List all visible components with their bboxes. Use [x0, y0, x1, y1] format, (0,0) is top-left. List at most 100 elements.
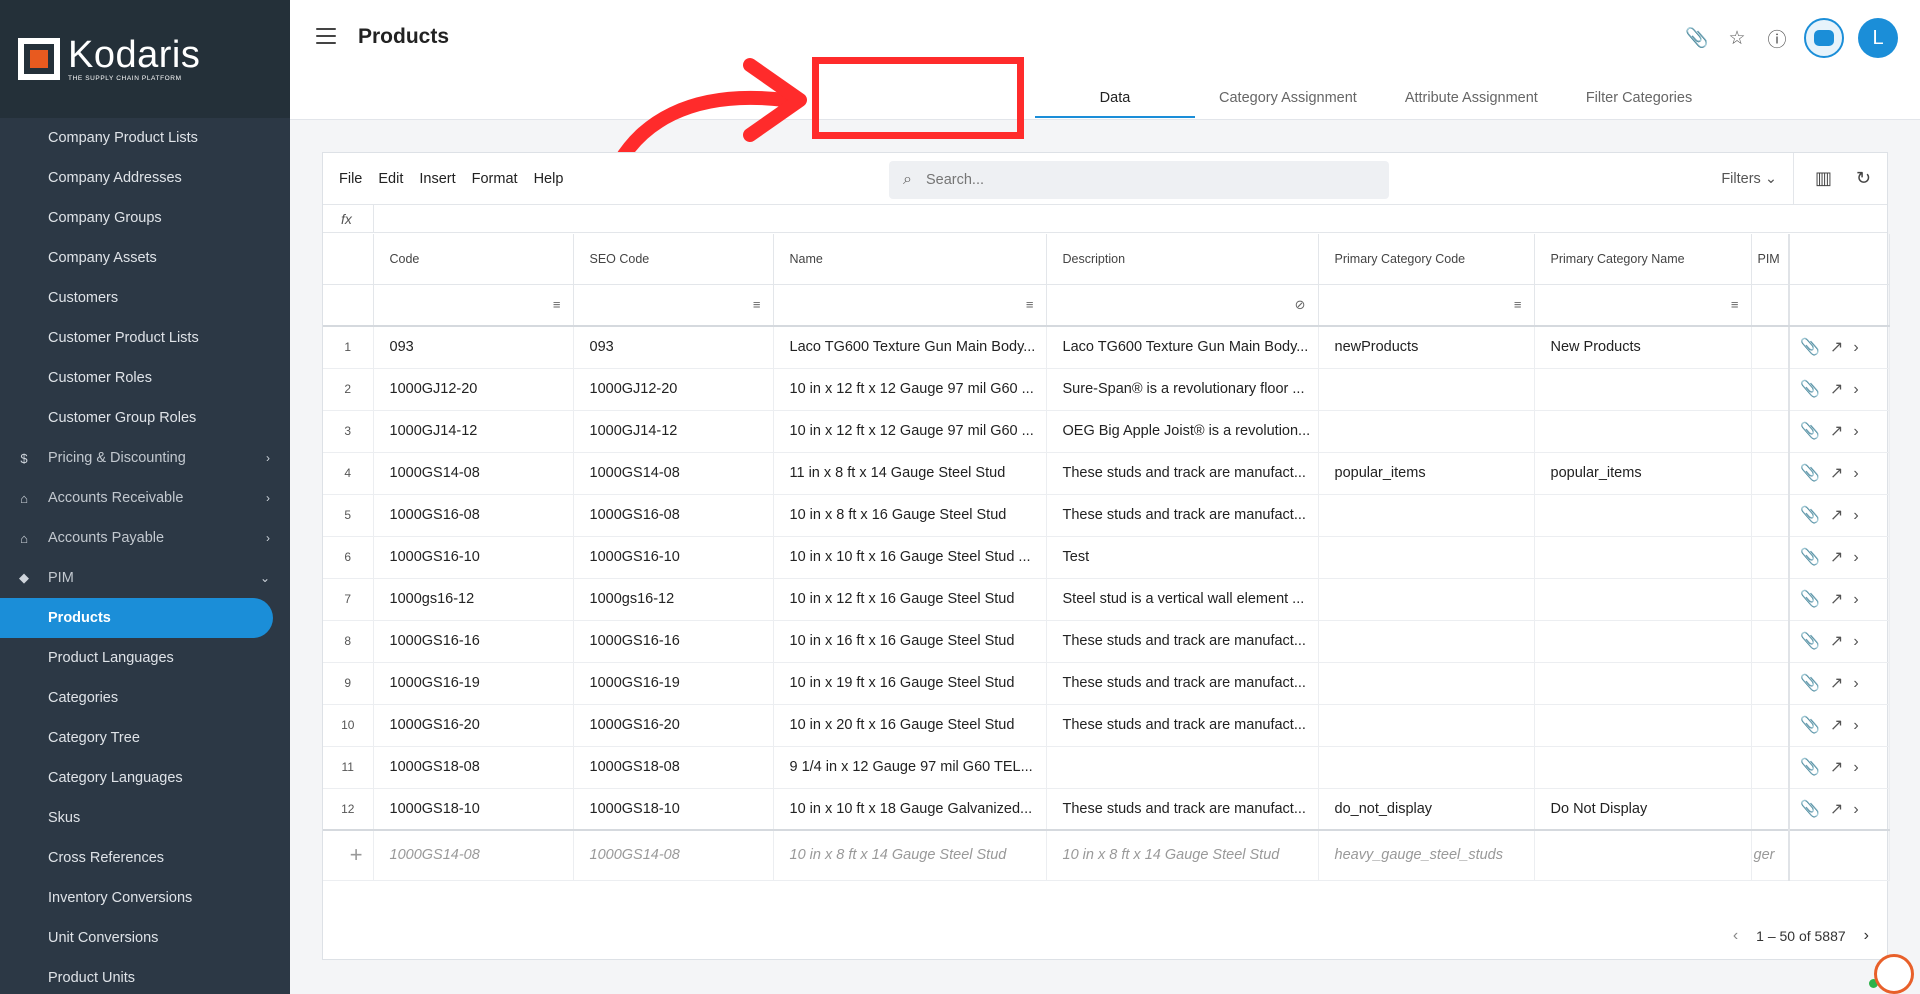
sidebar-item-customers[interactable]: Customers: [0, 278, 290, 318]
open-external-icon[interactable]: ↗: [1830, 633, 1853, 650]
chevron-right-icon[interactable]: ›: [1853, 339, 1868, 356]
table-row[interactable]: 9 1000GS16-19 1000GS16-19 10 in x 19 ft x 1…: [323, 662, 1890, 705]
prev-page-icon[interactable]: ‹: [1733, 927, 1738, 945]
add-row-icon[interactable]: +: [323, 829, 374, 881]
menu-edit[interactable]: Edit: [378, 171, 403, 187]
cell-code[interactable]: 1000GJ12-20: [373, 368, 574, 411]
new-row-code[interactable]: 1000GS14-08: [373, 829, 574, 881]
cell-primary-category-name[interactable]: [1534, 662, 1752, 705]
tab-attribute-assignment[interactable]: Attribute Assignment: [1381, 78, 1562, 118]
column-header-description[interactable]: Description: [1046, 234, 1319, 285]
table-row[interactable]: 1 093 093 Laco TG600 Texture Gun Main Body.…: [323, 326, 1890, 369]
table-row[interactable]: 4 1000GS14-08 1000GS14-08 11 in x 8 ft x 14…: [323, 452, 1890, 495]
table-row[interactable]: 2 1000GJ12-20 1000GJ12-20 10 in x 12 ft x 1…: [323, 368, 1890, 411]
help-icon[interactable]: ⓘ: [1764, 25, 1790, 51]
sidebar-item-category-tree[interactable]: Category Tree: [0, 718, 290, 758]
sidebar-item-cross-references[interactable]: Cross References: [0, 838, 290, 878]
sidebar-item-unit-conversions[interactable]: Unit Conversions: [0, 918, 290, 958]
cell-name[interactable]: 10 in x 19 ft x 16 Gauge Steel Stud: [773, 662, 1047, 705]
cell-description[interactable]: These studs and track are manufact...: [1046, 452, 1319, 495]
paperclip-icon[interactable]: 📎: [1800, 675, 1830, 692]
avatar[interactable]: L: [1858, 18, 1898, 58]
paperclip-icon[interactable]: 📎: [1800, 381, 1830, 398]
cell-code[interactable]: 1000GS18-08: [373, 746, 574, 789]
open-external-icon[interactable]: ↗: [1830, 549, 1853, 566]
cell-description[interactable]: Sure-Span® is a revolutionary floor ...: [1046, 368, 1319, 411]
new-row-name[interactable]: 10 in x 8 ft x 14 Gauge Steel Stud: [773, 829, 1047, 881]
open-external-icon[interactable]: ↗: [1830, 759, 1853, 776]
paperclip-icon[interactable]: 📎: [1800, 759, 1830, 776]
new-row-seo-code[interactable]: 1000GS14-08: [573, 829, 774, 881]
paperclip-icon[interactable]: 📎: [1684, 25, 1710, 51]
paperclip-icon[interactable]: 📎: [1800, 549, 1830, 566]
column-header-primary-category-name[interactable]: Primary Category Name: [1534, 234, 1752, 285]
cell-pim[interactable]: [1751, 368, 1790, 411]
tab-filter-categories[interactable]: Filter Categories: [1562, 78, 1716, 118]
cell-primary-category-name[interactable]: [1534, 494, 1752, 537]
new-row[interactable]: + 1000GS14-08 1000GS14-08 10 in x 8 ft x…: [323, 829, 1890, 881]
menu-help[interactable]: Help: [534, 171, 564, 187]
cell-primary-category-code[interactable]: do_not_display: [1318, 788, 1535, 831]
chevron-right-icon[interactable]: ›: [1853, 423, 1868, 440]
open-external-icon[interactable]: ↗: [1830, 381, 1853, 398]
cell-primary-category-code[interactable]: [1318, 704, 1535, 747]
cell-code[interactable]: 1000GS16-10: [373, 536, 574, 579]
brand-logo[interactable]: Kodaris THE SUPPLY CHAIN PLATFORM: [0, 0, 290, 118]
cell-name[interactable]: 10 in x 12 ft x 12 Gauge 97 mil G60 ...: [773, 368, 1047, 411]
search-input[interactable]: [925, 172, 1326, 188]
cell-primary-category-code[interactable]: [1318, 368, 1535, 411]
filter-icon[interactable]: ≡: [773, 284, 1047, 327]
table-row[interactable]: 6 1000GS16-10 1000GS16-10 10 in x 10 ft x 1…: [323, 536, 1890, 579]
column-header-pim[interactable]: PIM: [1751, 234, 1790, 285]
paperclip-icon[interactable]: 📎: [1800, 633, 1830, 650]
filter-off-icon[interactable]: ⊘: [1046, 284, 1319, 327]
cell-seo-code[interactable]: 1000GS16-19: [573, 662, 774, 705]
paperclip-icon[interactable]: 📎: [1800, 801, 1830, 818]
cell-pim[interactable]: [1751, 494, 1790, 537]
cell-pim[interactable]: [1751, 662, 1790, 705]
cell-primary-category-name[interactable]: [1534, 368, 1752, 411]
cell-name[interactable]: 10 in x 8 ft x 16 Gauge Steel Stud: [773, 494, 1047, 537]
cell-code[interactable]: 1000GJ14-12: [373, 410, 574, 453]
cell-primary-category-code[interactable]: [1318, 620, 1535, 663]
table-row[interactable]: 12 1000GS18-10 1000GS18-10 10 in x 10 ft x …: [323, 788, 1890, 831]
cell-seo-code[interactable]: 1000GS16-16: [573, 620, 774, 663]
sidebar-item-company-groups[interactable]: Company Groups: [0, 198, 290, 238]
sidebar-item-customer-group-roles[interactable]: Customer Group Roles: [0, 398, 290, 438]
menu-icon[interactable]: [316, 28, 336, 44]
table-row[interactable]: 3 1000GJ14-12 1000GJ14-12 10 in x 12 ft x 1…: [323, 410, 1890, 453]
sidebar-item-accounts-receivable[interactable]: ⌂ Accounts Receivable ›: [0, 478, 290, 518]
open-external-icon[interactable]: ↗: [1830, 507, 1853, 524]
open-external-icon[interactable]: ↗: [1830, 717, 1853, 734]
cell-seo-code[interactable]: 1000GS18-10: [573, 788, 774, 831]
cell-primary-category-code[interactable]: popular_items: [1318, 452, 1535, 495]
chevron-right-icon[interactable]: ›: [1853, 549, 1868, 566]
cell-pim[interactable]: [1751, 326, 1790, 369]
tab-data[interactable]: Data: [1035, 78, 1195, 118]
cell-seo-code[interactable]: 1000GS14-08: [573, 452, 774, 495]
menu-file[interactable]: File: [339, 171, 362, 187]
cell-code[interactable]: 1000GS16-20: [373, 704, 574, 747]
column-header-name[interactable]: Name: [773, 234, 1047, 285]
cell-primary-category-name[interactable]: [1534, 578, 1752, 621]
table-row[interactable]: 8 1000GS16-16 1000GS16-16 10 in x 16 ft x 1…: [323, 620, 1890, 663]
cell-primary-category-code[interactable]: [1318, 536, 1535, 579]
cell-pim[interactable]: [1751, 410, 1790, 453]
cell-name[interactable]: 10 in x 12 ft x 12 Gauge 97 mil G60 ...: [773, 410, 1047, 453]
open-external-icon[interactable]: ↗: [1830, 675, 1853, 692]
sidebar-item-pim[interactable]: ◆ PIM ⌄: [0, 558, 290, 598]
cell-description[interactable]: These studs and track are manufact...: [1046, 662, 1319, 705]
cell-name[interactable]: 9 1/4 in x 12 Gauge 97 mil G60 TEL...: [773, 746, 1047, 789]
cell-seo-code[interactable]: 1000GJ12-20: [573, 368, 774, 411]
column-header-code[interactable]: Code: [373, 234, 574, 285]
table-row[interactable]: 7 1000gs16-12 1000gs16-12 10 in x 12 ft x 1…: [323, 578, 1890, 621]
cell-primary-category-name[interactable]: [1534, 704, 1752, 747]
cell-seo-code[interactable]: 1000GS18-08: [573, 746, 774, 789]
cell-primary-category-name[interactable]: [1534, 746, 1752, 789]
cell-description[interactable]: OEG Big Apple Joist® is a revolution...: [1046, 410, 1319, 453]
sidebar-item-customer-product-lists[interactable]: Customer Product Lists: [0, 318, 290, 358]
paperclip-icon[interactable]: 📎: [1800, 717, 1830, 734]
cell-primary-category-name[interactable]: [1534, 620, 1752, 663]
cell-description[interactable]: Test: [1046, 536, 1319, 579]
sidebar-item-skus[interactable]: Skus: [0, 798, 290, 838]
